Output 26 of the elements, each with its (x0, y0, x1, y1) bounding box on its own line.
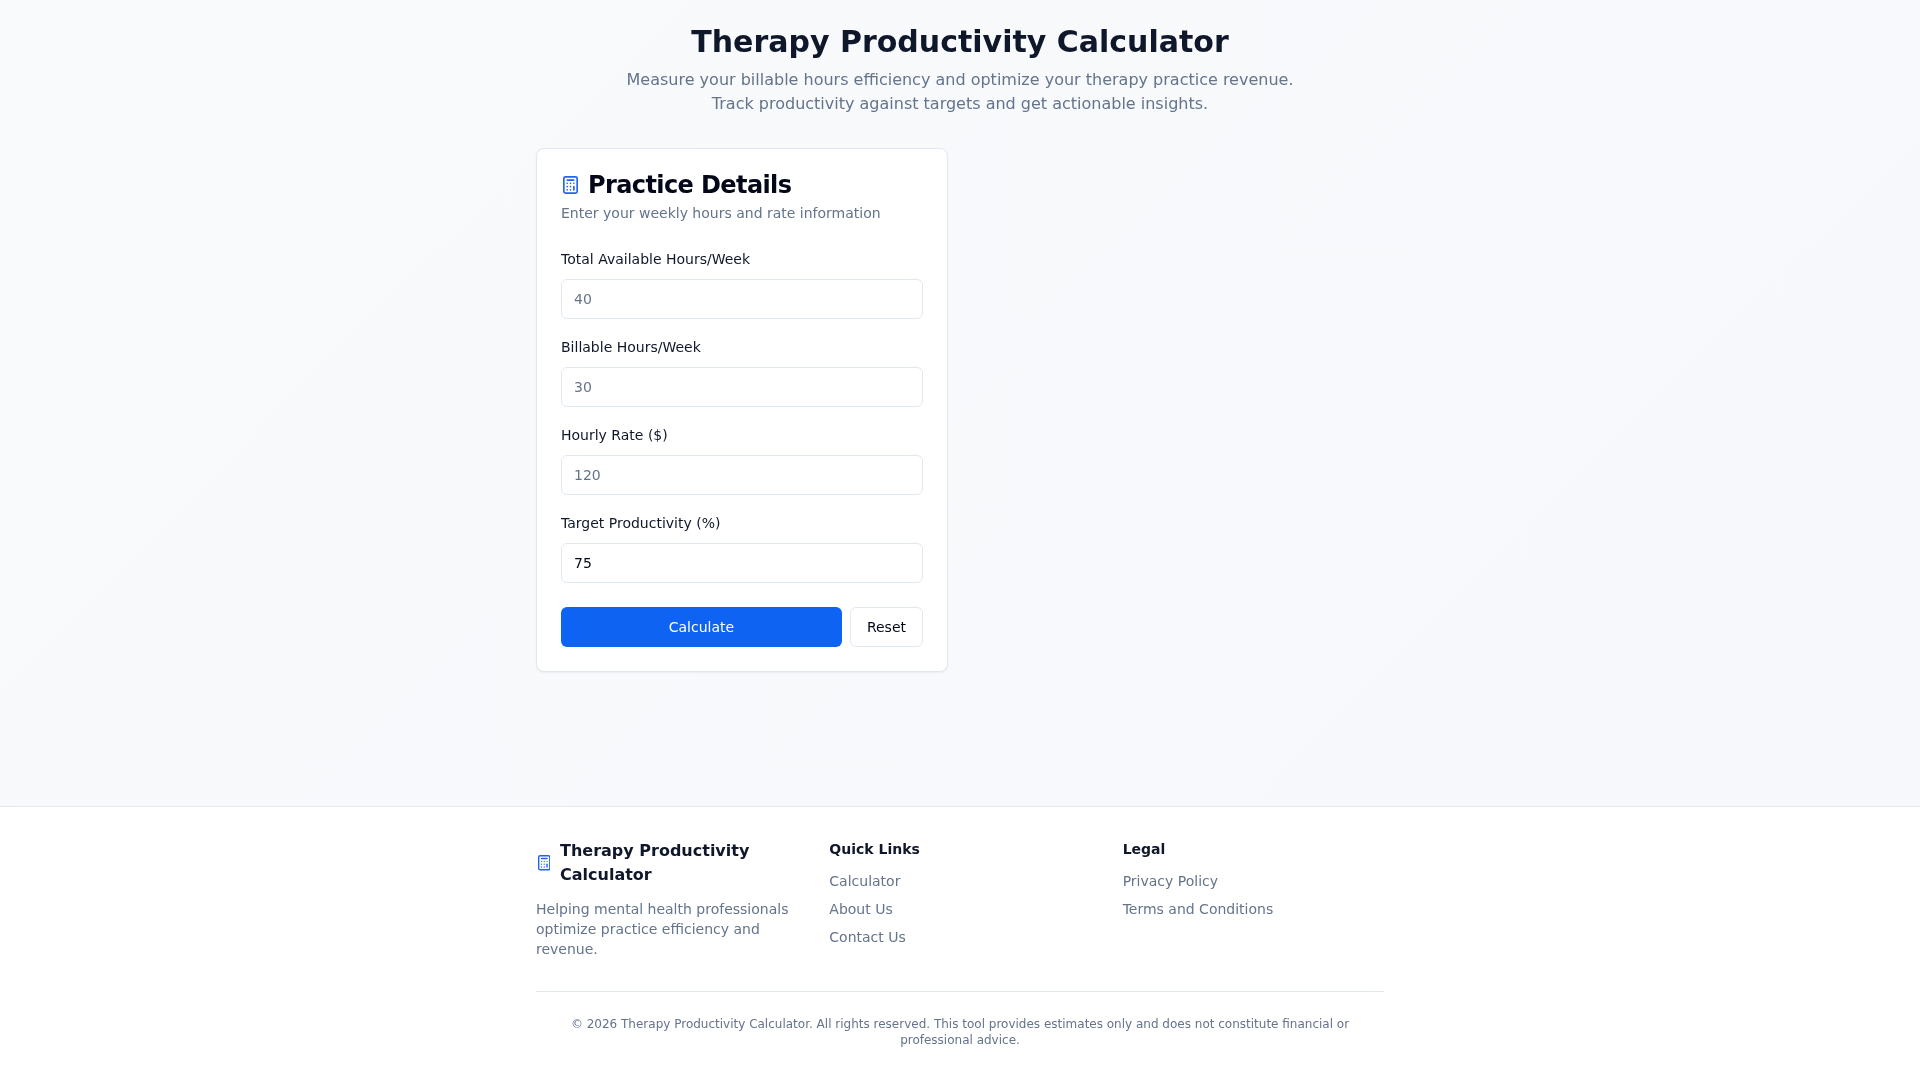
calculator-icon (563, 176, 578, 194)
footer-link[interactable]: About Us (829, 899, 893, 919)
footer-heading: Legal (1122, 840, 1167, 859)
page-title: Therapy Productivity Calculator (690, 24, 1230, 60)
footer-description: Helping mental health professionals optimize practice efficiency and revenue. (536, 900, 790, 959)
footer-heading: Quick Links (829, 840, 921, 859)
footer-link[interactable]: Terms and Conditions (1122, 899, 1274, 919)
input-field[interactable]: 30 (561, 367, 923, 407)
input-field[interactable]: 120 (561, 455, 923, 495)
reset-button[interactable]: Reset (849, 607, 923, 647)
footer-brand-name: Therapy Productivity Calculator (560, 840, 751, 886)
input-field[interactable]: 75 (561, 543, 923, 583)
card-description: Enter your weekly hours and rate information (561, 204, 882, 223)
calculator-icon (537, 855, 550, 871)
card-title: Practice Details (588, 173, 792, 197)
footer-link[interactable]: Privacy Policy (1122, 871, 1219, 891)
footer-link[interactable]: Contact Us (829, 927, 906, 947)
page-subtitle: Measure your billable hours efficiency and optimize your therapy practice revenue. Track productivity against targets and get actionable insights. (625, 69, 1295, 115)
footer-link[interactable]: Calculator (829, 871, 901, 891)
field-label: Hourly Rate ($) (561, 426, 669, 445)
field-label: Total Available Hours/Week (561, 250, 752, 269)
copyright-text: © 2026 Therapy Productivity Calculator. All rights reserved. This tool provides estimates only and does not constitute financial or professional advice. (569, 1016, 1351, 1048)
field-label: Target Productivity (%) (561, 514, 722, 533)
field-label: Billable Hours/Week (561, 338, 702, 357)
calculate-button[interactable]: Calculate (561, 607, 842, 647)
input-field[interactable]: 40 (561, 279, 923, 319)
